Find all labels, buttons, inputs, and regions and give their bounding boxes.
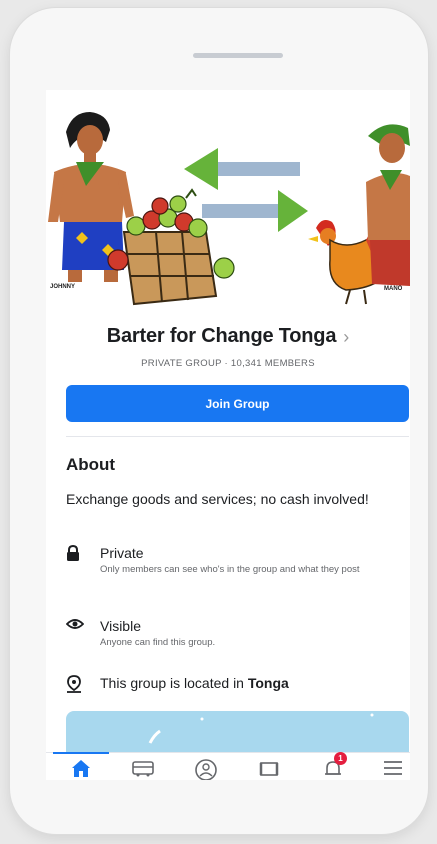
- notification-badge: 1: [334, 752, 347, 765]
- tab-menu[interactable]: [382, 758, 406, 780]
- phone-frame: JOHNNY MANO Barter for Change Tonga › PR…: [10, 8, 428, 834]
- visible-subtitle: Anyone can find this group.: [100, 637, 216, 648]
- cover-illustration: JOHNNY MANO: [48, 112, 410, 306]
- group-cover-photo[interactable]: JOHNNY MANO: [46, 90, 410, 312]
- cover-caption-right: MANO: [384, 286, 403, 292]
- eye-icon: [66, 618, 88, 636]
- about-heading: About: [66, 455, 116, 474]
- group-meta: PRIVATE GROUP · 10,341 MEMBERS: [141, 358, 315, 369]
- group-name[interactable]: Barter for Change Tonga: [107, 325, 337, 348]
- join-group-button[interactable]: Join Group: [66, 385, 409, 422]
- visible-title: Visible: [100, 618, 141, 634]
- info-row-location: This group is located in Tonga: [66, 675, 289, 693]
- cover-caption-left: JOHNNY: [50, 284, 75, 290]
- home-icon: [72, 760, 90, 777]
- location-pin-icon: [66, 675, 88, 693]
- right-man-illustration: [366, 124, 410, 286]
- tab-watch[interactable]: [258, 758, 282, 780]
- tab-marketplace[interactable]: [131, 758, 155, 780]
- marketplace-icon: [132, 761, 154, 777]
- location-place[interactable]: Tonga: [248, 675, 289, 691]
- chevron-right-icon[interactable]: ›: [343, 327, 349, 348]
- tab-notifications[interactable]: 1: [322, 752, 347, 780]
- groups-icon: [195, 759, 217, 780]
- divider: [66, 436, 409, 437]
- info-row-visible: Visible Anyone can find this group.: [66, 618, 400, 649]
- active-tab-indicator: [53, 752, 109, 754]
- tab-home[interactable]: [70, 758, 94, 780]
- bottom-tab-bar: 1: [46, 752, 410, 780]
- group-title-row[interactable]: Barter for Change Tonga ›: [46, 325, 410, 348]
- phone-speaker: [193, 53, 283, 58]
- exchange-arrows-illustration: [184, 148, 308, 232]
- about-description: Exchange goods and services; no cash inv…: [66, 491, 369, 507]
- lock-icon: [66, 545, 88, 563]
- private-title: Private: [100, 545, 144, 561]
- info-row-private: Private Only members can see who's in th…: [66, 545, 400, 576]
- tab-groups[interactable]: [194, 758, 218, 780]
- private-subtitle: Only members can see who's in the group …: [100, 564, 360, 575]
- watch-icon: [259, 762, 279, 776]
- location-prefix: This group is located in: [100, 675, 248, 691]
- menu-icon: [384, 761, 402, 775]
- app-screen: JOHNNY MANO Barter for Change Tonga › PR…: [46, 90, 410, 780]
